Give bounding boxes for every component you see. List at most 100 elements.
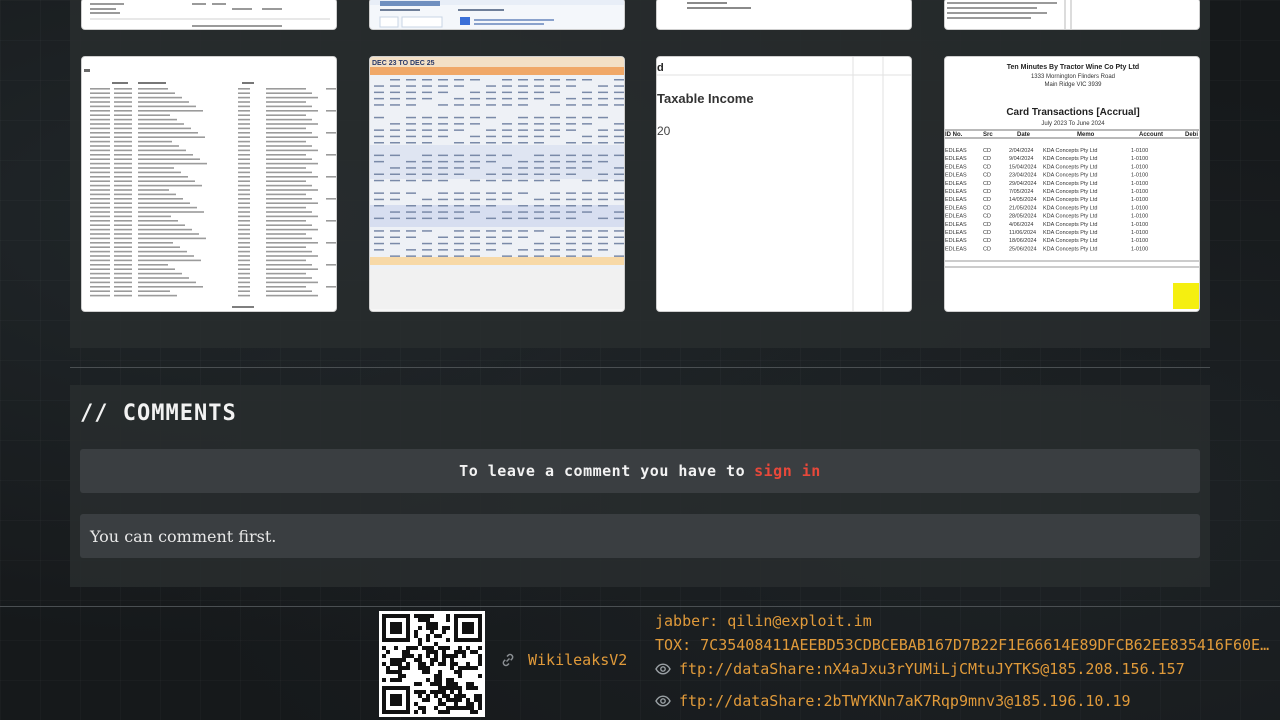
svg-text:CD: CD (983, 181, 991, 187)
svg-text:1-0100: 1-0100 (1131, 246, 1148, 252)
svg-text:KDA Concepts Pty Ltd: KDA Concepts Pty Ltd (1043, 148, 1097, 154)
svg-text:KDA Concepts Pty Ltd: KDA Concepts Pty Ltd (1043, 164, 1097, 170)
card-address-line2: Main Ridge VIC 3939 (1044, 82, 1102, 88)
svg-text:29/04/2024: 29/04/2024 (1009, 181, 1037, 187)
svg-text:1-0100: 1-0100 (1131, 173, 1148, 179)
svg-text:CD: CD (983, 173, 991, 179)
svg-text:CD: CD (983, 164, 991, 170)
svg-text:EDLEAS: EDLEAS (945, 181, 967, 187)
svg-text:1-0100: 1-0100 (1131, 222, 1148, 228)
svg-text:Src: Src (983, 132, 993, 138)
svg-text:9/04/2024: 9/04/2024 (1009, 156, 1033, 162)
ftp-link-1-text: ftp://dataShare:nX4aJxu3rYUMiLjCMtuJYTKS… (679, 660, 1185, 678)
wikileaks-link[interactable]: WikileaksV2 (500, 651, 627, 669)
svg-text:EDLEAS: EDLEAS (945, 148, 967, 154)
card-transactions-title: Card Transactions [Accrual] (1006, 107, 1139, 118)
svg-text:KDA Concepts Pty Ltd: KDA Concepts Pty Ltd (1043, 214, 1097, 220)
svg-text:Account: Account (1139, 132, 1163, 138)
footer-divider (0, 606, 1280, 607)
svg-text:CD: CD (983, 197, 991, 203)
svg-text:EDLEAS: EDLEAS (945, 189, 967, 195)
statement-page-thumbnail[interactable] (81, 0, 337, 30)
svg-text:EDLEAS: EDLEAS (945, 230, 967, 236)
eye-icon (655, 663, 671, 675)
link-icon (502, 653, 514, 667)
svg-text:EDLEAS: EDLEAS (945, 164, 967, 170)
svg-text:CD: CD (983, 222, 991, 228)
svg-text:CD: CD (983, 189, 991, 195)
taxable-income-cut-text: d (657, 62, 664, 74)
svg-text:1-0100: 1-0100 (1131, 205, 1148, 211)
svg-text:ID No.: ID No. (945, 132, 963, 138)
signin-prompt-box: To leave a comment you have to sign in (80, 449, 1200, 493)
svg-text:1-0100: 1-0100 (1131, 238, 1148, 244)
svg-text:KDA Concepts Pty Ltd: KDA Concepts Pty Ltd (1043, 197, 1097, 203)
tox-contact: TOX: 7C35408411AEEBD53CDBCEBAB167D7B22F1… (655, 636, 1277, 654)
card-period: July 2023 To June 2024 (1041, 121, 1105, 127)
svg-text:1-0100: 1-0100 (1131, 164, 1148, 170)
taxable-income-thumbnail[interactable]: d Taxable Income 20 (656, 56, 912, 312)
business-register-thumbnail[interactable] (656, 0, 912, 30)
taxable-income-year: 20 (657, 124, 671, 138)
svg-text:KDA Concepts Pty Ltd: KDA Concepts Pty Ltd (1043, 156, 1097, 162)
jabber-contact: jabber: qilin@exploit.im (655, 612, 872, 630)
svg-text:CD: CD (983, 238, 991, 244)
svg-text:EDLEAS: EDLEAS (945, 222, 967, 228)
signin-prompt-text: To leave a comment you have to (459, 462, 746, 480)
svg-text:KDA Concepts Pty Ltd: KDA Concepts Pty Ltd (1043, 238, 1097, 244)
forecast-spreadsheet-thumbnail[interactable]: DEC 23 TO DEC 25 (369, 56, 625, 312)
svg-text:2/04/2024: 2/04/2024 (1009, 148, 1033, 154)
svg-text:CD: CD (983, 214, 991, 220)
svg-text:1-0100: 1-0100 (1131, 148, 1148, 154)
svg-text:14/05/2024: 14/05/2024 (1009, 197, 1037, 203)
svg-text:23/04/2024: 23/04/2024 (1009, 173, 1037, 179)
svg-text:KDA Concepts Pty Ltd: KDA Concepts Pty Ltd (1043, 189, 1097, 195)
svg-text:1-0100: 1-0100 (1131, 197, 1148, 203)
svg-text:KDA Concepts Pty Ltd: KDA Concepts Pty Ltd (1043, 173, 1097, 179)
svg-text:Memo: Memo (1077, 132, 1095, 138)
svg-text:Date: Date (1017, 132, 1031, 138)
card-company-name: Ten Minutes By Tractor Wine Co Pty Ltd (1007, 64, 1139, 71)
svg-text:1-0100: 1-0100 (1131, 230, 1148, 236)
comments-section: // COMMENTS To leave a comment you have … (70, 385, 1210, 587)
ftp-link-1[interactable]: ftp://dataShare:nX4aJxu3rYUMiLjCMtuJYTKS… (655, 660, 1185, 678)
svg-text:1-0100: 1-0100 (1131, 181, 1148, 187)
wikileaks-label: WikileaksV2 (528, 651, 628, 669)
sign-in-link[interactable]: sign in (754, 462, 821, 480)
empty-comments-box: You can comment first. (80, 514, 1200, 558)
svg-text:28/05/2024: 28/05/2024 (1009, 214, 1037, 220)
card-transactions-thumbnail[interactable]: Ten Minutes By Tractor Wine Co Pty Ltd 1… (944, 56, 1200, 312)
svg-text:KDA Concepts Pty Ltd: KDA Concepts Pty Ltd (1043, 205, 1097, 211)
comments-heading: // COMMENTS (80, 401, 237, 426)
transactions-spreadsheet-thumbnail[interactable] (81, 56, 337, 312)
svg-text:CD: CD (983, 148, 991, 154)
svg-text:EDLEAS: EDLEAS (945, 173, 967, 179)
svg-text:4/06/2024: 4/06/2024 (1009, 222, 1033, 228)
svg-text:Debi: Debi (1185, 132, 1198, 138)
svg-text:CD: CD (983, 246, 991, 252)
taxable-income-label: Taxable Income (657, 91, 754, 106)
qr-code (379, 611, 485, 717)
forecast-header-text: DEC 23 TO DEC 25 (372, 60, 435, 67)
payment-info-thumbnail[interactable] (369, 0, 625, 30)
svg-text:11/06/2024: 11/06/2024 (1009, 230, 1036, 236)
section-divider (70, 367, 1210, 368)
ftp-link-2[interactable]: ftp://dataShare:2bTWYKNn7aK7Rqp9mnv3@185… (655, 692, 1131, 710)
svg-text:EDLEAS: EDLEAS (945, 238, 967, 244)
svg-text:15/04/2024: 15/04/2024 (1009, 164, 1037, 170)
eye-icon (655, 695, 671, 707)
svg-text:18/06/2024: 18/06/2024 (1009, 238, 1037, 244)
svg-text:25/06/2024: 25/06/2024 (1009, 246, 1037, 252)
svg-text:CD: CD (983, 156, 991, 162)
ftp-link-2-text: ftp://dataShare:2bTWYKNn7aK7Rqp9mnv3@185… (679, 692, 1131, 710)
gallery-panel: DEC 23 TO DEC 25 d Taxable Income 20 Ten… (70, 0, 1210, 348)
svg-text:KDA Concepts Pty Ltd: KDA Concepts Pty Ltd (1043, 230, 1097, 236)
svg-text:1-0100: 1-0100 (1131, 156, 1148, 162)
svg-text:KDA Concepts Pty Ltd: KDA Concepts Pty Ltd (1043, 222, 1097, 228)
svg-text:EDLEAS: EDLEAS (945, 197, 967, 203)
card-address-line1: 1333 Mornington Flinders Road (1031, 74, 1115, 80)
letter-document-thumbnail[interactable] (944, 0, 1200, 30)
svg-text:EDLEAS: EDLEAS (945, 156, 967, 162)
svg-text:21/05/2024: 21/05/2024 (1009, 205, 1037, 211)
svg-text:KDA Concepts Pty Ltd: KDA Concepts Pty Ltd (1043, 181, 1097, 187)
